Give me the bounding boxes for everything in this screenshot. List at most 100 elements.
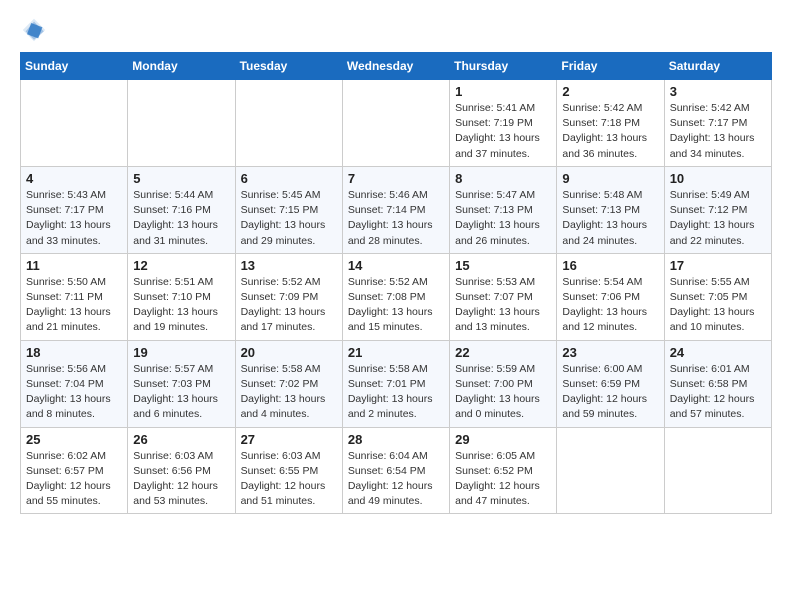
calendar-week-row: 4 Sunrise: 5:43 AM Sunset: 7:17 PM Daylig… <box>21 166 772 253</box>
calendar-cell: 28 Sunrise: 6:04 AM Sunset: 6:54 PM Dayli… <box>342 427 449 514</box>
cell-day-number: 28 <box>348 432 444 447</box>
calendar-cell: 14 Sunrise: 5:52 AM Sunset: 7:08 PM Dayli… <box>342 253 449 340</box>
cell-day-number: 1 <box>455 84 551 99</box>
logo-icon <box>20 16 48 44</box>
cell-info-text: Sunrise: 5:50 AM Sunset: 7:11 PM Dayligh… <box>26 275 122 336</box>
calendar-week-row: 1 Sunrise: 5:41 AM Sunset: 7:19 PM Daylig… <box>21 80 772 167</box>
calendar-week-row: 11 Sunrise: 5:50 AM Sunset: 7:11 PM Dayli… <box>21 253 772 340</box>
calendar-cell <box>557 427 664 514</box>
cell-info-text: Sunrise: 5:46 AM Sunset: 7:14 PM Dayligh… <box>348 188 444 249</box>
cell-day-number: 4 <box>26 171 122 186</box>
cell-day-number: 29 <box>455 432 551 447</box>
calendar-cell: 1 Sunrise: 5:41 AM Sunset: 7:19 PM Daylig… <box>450 80 557 167</box>
calendar-cell <box>342 80 449 167</box>
calendar-day-header: Wednesday <box>342 53 449 80</box>
cell-info-text: Sunrise: 6:01 AM Sunset: 6:58 PM Dayligh… <box>670 362 766 423</box>
cell-day-number: 7 <box>348 171 444 186</box>
cell-info-text: Sunrise: 6:00 AM Sunset: 6:59 PM Dayligh… <box>562 362 658 423</box>
cell-info-text: Sunrise: 5:54 AM Sunset: 7:06 PM Dayligh… <box>562 275 658 336</box>
calendar-cell: 7 Sunrise: 5:46 AM Sunset: 7:14 PM Daylig… <box>342 166 449 253</box>
cell-day-number: 5 <box>133 171 229 186</box>
calendar-cell: 29 Sunrise: 6:05 AM Sunset: 6:52 PM Dayli… <box>450 427 557 514</box>
cell-day-number: 23 <box>562 345 658 360</box>
cell-day-number: 25 <box>26 432 122 447</box>
cell-info-text: Sunrise: 5:55 AM Sunset: 7:05 PM Dayligh… <box>670 275 766 336</box>
cell-info-text: Sunrise: 6:02 AM Sunset: 6:57 PM Dayligh… <box>26 449 122 510</box>
calendar-cell: 11 Sunrise: 5:50 AM Sunset: 7:11 PM Dayli… <box>21 253 128 340</box>
calendar-cell: 17 Sunrise: 5:55 AM Sunset: 7:05 PM Dayli… <box>664 253 771 340</box>
calendar-cell: 25 Sunrise: 6:02 AM Sunset: 6:57 PM Dayli… <box>21 427 128 514</box>
cell-day-number: 18 <box>26 345 122 360</box>
calendar-day-header: Friday <box>557 53 664 80</box>
cell-info-text: Sunrise: 6:03 AM Sunset: 6:55 PM Dayligh… <box>241 449 337 510</box>
cell-day-number: 17 <box>670 258 766 273</box>
cell-info-text: Sunrise: 5:59 AM Sunset: 7:00 PM Dayligh… <box>455 362 551 423</box>
calendar-day-header: Tuesday <box>235 53 342 80</box>
calendar-cell: 2Sunrise: 5:42 AM Sunset: 7:18 PM Daylig… <box>557 80 664 167</box>
cell-day-number: 19 <box>133 345 229 360</box>
calendar-header-row: SundayMondayTuesdayWednesdayThursdayFrid… <box>21 53 772 80</box>
cell-info-text: Sunrise: 6:04 AM Sunset: 6:54 PM Dayligh… <box>348 449 444 510</box>
cell-info-text: Sunrise: 5:42 AM Sunset: 7:17 PM Dayligh… <box>670 101 766 162</box>
calendar-cell: 22 Sunrise: 5:59 AM Sunset: 7:00 PM Dayli… <box>450 340 557 427</box>
cell-day-number: 15 <box>455 258 551 273</box>
cell-day-number: 3 <box>670 84 766 99</box>
cell-info-text: Sunrise: 5:49 AM Sunset: 7:12 PM Dayligh… <box>670 188 766 249</box>
cell-info-text: Sunrise: 6:03 AM Sunset: 6:56 PM Dayligh… <box>133 449 229 510</box>
calendar-cell: 9Sunrise: 5:48 AM Sunset: 7:13 PM Daylig… <box>557 166 664 253</box>
cell-day-number: 20 <box>241 345 337 360</box>
cell-info-text: Sunrise: 5:58 AM Sunset: 7:01 PM Dayligh… <box>348 362 444 423</box>
cell-day-number: 26 <box>133 432 229 447</box>
calendar-cell: 20 Sunrise: 5:58 AM Sunset: 7:02 PM Dayli… <box>235 340 342 427</box>
cell-info-text: Sunrise: 5:52 AM Sunset: 7:08 PM Dayligh… <box>348 275 444 336</box>
header <box>20 16 772 44</box>
cell-info-text: Sunrise: 5:41 AM Sunset: 7:19 PM Dayligh… <box>455 101 551 162</box>
cell-day-number: 27 <box>241 432 337 447</box>
cell-day-number: 22 <box>455 345 551 360</box>
calendar-cell: 19 Sunrise: 5:57 AM Sunset: 7:03 PM Dayli… <box>128 340 235 427</box>
calendar-cell: 3 Sunrise: 5:42 AM Sunset: 7:17 PM Daylig… <box>664 80 771 167</box>
calendar-cell: 24 Sunrise: 6:01 AM Sunset: 6:58 PM Dayli… <box>664 340 771 427</box>
cell-day-number: 8 <box>455 171 551 186</box>
cell-day-number: 21 <box>348 345 444 360</box>
cell-day-number: 10 <box>670 171 766 186</box>
calendar-week-row: 18 Sunrise: 5:56 AM Sunset: 7:04 PM Dayli… <box>21 340 772 427</box>
cell-info-text: Sunrise: 5:44 AM Sunset: 7:16 PM Dayligh… <box>133 188 229 249</box>
calendar-day-header: Thursday <box>450 53 557 80</box>
calendar-cell: 13 Sunrise: 5:52 AM Sunset: 7:09 PM Dayli… <box>235 253 342 340</box>
cell-info-text: Sunrise: 6:05 AM Sunset: 6:52 PM Dayligh… <box>455 449 551 510</box>
calendar-cell <box>21 80 128 167</box>
cell-info-text: Sunrise: 5:51 AM Sunset: 7:10 PM Dayligh… <box>133 275 229 336</box>
calendar-day-header: Saturday <box>664 53 771 80</box>
cell-info-text: Sunrise: 5:58 AM Sunset: 7:02 PM Dayligh… <box>241 362 337 423</box>
cell-info-text: Sunrise: 5:53 AM Sunset: 7:07 PM Dayligh… <box>455 275 551 336</box>
calendar-cell: 18 Sunrise: 5:56 AM Sunset: 7:04 PM Dayli… <box>21 340 128 427</box>
cell-day-number: 16 <box>562 258 658 273</box>
cell-day-number: 13 <box>241 258 337 273</box>
calendar-day-header: Sunday <box>21 53 128 80</box>
calendar-cell: 26 Sunrise: 6:03 AM Sunset: 6:56 PM Dayli… <box>128 427 235 514</box>
cell-day-number: 11 <box>26 258 122 273</box>
cell-info-text: Sunrise: 5:52 AM Sunset: 7:09 PM Dayligh… <box>241 275 337 336</box>
cell-day-number: 9 <box>562 171 658 186</box>
calendar-day-header: Monday <box>128 53 235 80</box>
cell-info-text: Sunrise: 5:43 AM Sunset: 7:17 PM Dayligh… <box>26 188 122 249</box>
cell-info-text: Sunrise: 5:56 AM Sunset: 7:04 PM Dayligh… <box>26 362 122 423</box>
calendar-cell <box>128 80 235 167</box>
cell-day-number: 14 <box>348 258 444 273</box>
cell-day-number: 24 <box>670 345 766 360</box>
calendar-cell: 16 Sunrise: 5:54 AM Sunset: 7:06 PM Dayli… <box>557 253 664 340</box>
calendar-cell: 12Sunrise: 5:51 AM Sunset: 7:10 PM Dayli… <box>128 253 235 340</box>
calendar-cell <box>664 427 771 514</box>
calendar-cell <box>235 80 342 167</box>
cell-info-text: Sunrise: 5:57 AM Sunset: 7:03 PM Dayligh… <box>133 362 229 423</box>
cell-info-text: Sunrise: 5:45 AM Sunset: 7:15 PM Dayligh… <box>241 188 337 249</box>
cell-day-number: 6 <box>241 171 337 186</box>
cell-info-text: Sunrise: 5:42 AM Sunset: 7:18 PM Dayligh… <box>562 101 658 162</box>
logo <box>20 16 52 44</box>
calendar-cell: 23 Sunrise: 6:00 AM Sunset: 6:59 PM Dayli… <box>557 340 664 427</box>
calendar-cell: 21 Sunrise: 5:58 AM Sunset: 7:01 PM Dayli… <box>342 340 449 427</box>
calendar-cell: 8Sunrise: 5:47 AM Sunset: 7:13 PM Daylig… <box>450 166 557 253</box>
calendar-week-row: 25 Sunrise: 6:02 AM Sunset: 6:57 PM Dayli… <box>21 427 772 514</box>
calendar-table: SundayMondayTuesdayWednesdayThursdayFrid… <box>20 52 772 514</box>
